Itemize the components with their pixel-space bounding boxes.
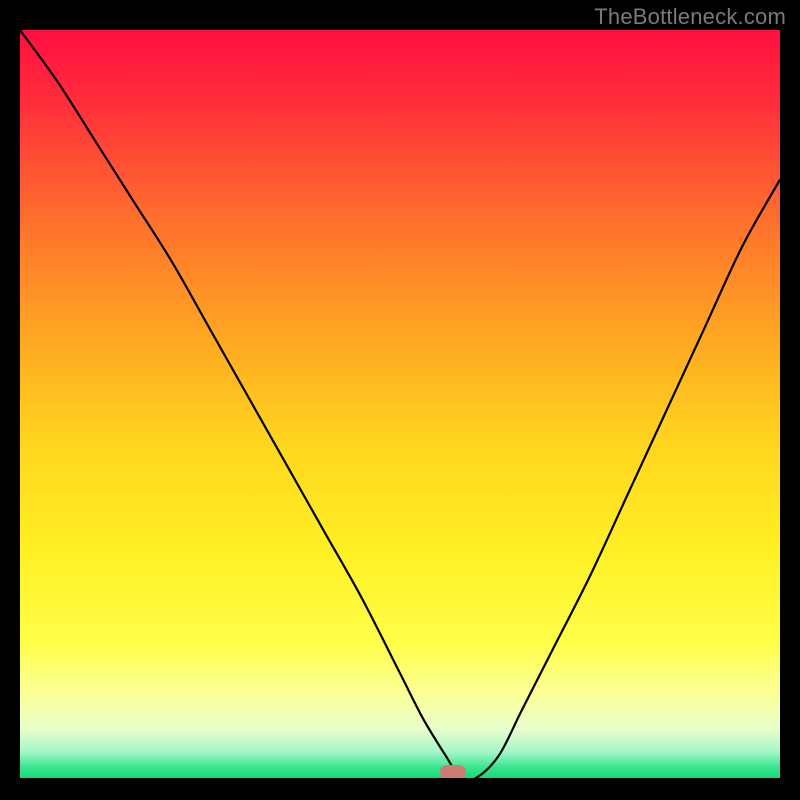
plot-area bbox=[20, 30, 780, 778]
bottleneck-curve bbox=[20, 30, 780, 778]
optimal-marker bbox=[440, 765, 466, 778]
watermark-label: TheBottleneck.com bbox=[594, 4, 786, 30]
chart-frame: TheBottleneck.com bbox=[0, 0, 800, 800]
